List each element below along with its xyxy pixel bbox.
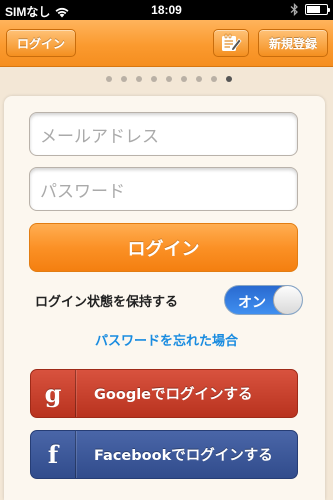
facebook-login-label: Facebookでログインする [94,448,273,464]
keep-login-toggle[interactable]: オン [224,285,303,315]
forgot-password-link[interactable]: パスワードを忘れた場合 [0,330,333,349]
nav-bar: ログイン 新規登録 [0,20,333,67]
google-login-button[interactable]: g Googleでログインする [30,369,298,418]
page-indicator[interactable] [0,76,333,82]
nav-register-button[interactable]: 新規登録 [258,29,328,57]
facebook-login-button[interactable]: f Facebookでログインする [30,430,298,479]
google-icon: g [31,370,76,417]
toggle-state-label: オン [238,295,266,311]
keep-login-label: ログイン状態を保持する [35,295,179,310]
status-bar: SIMなし 18:09 [0,0,333,20]
page-dot[interactable] [180,76,187,82]
google-login-label: Googleでログインする [94,387,253,403]
page-dot[interactable] [225,76,232,82]
bluetooth-icon [290,3,298,16]
login-button[interactable]: ログイン [29,223,298,272]
password-input[interactable]: パスワード [29,167,298,211]
toggle-knob [273,286,302,314]
battery-icon [305,4,330,15]
page-dot[interactable] [135,76,142,82]
battery-fill [307,6,321,13]
email-input[interactable]: メールアドレス [29,112,298,156]
page-dot[interactable] [120,76,127,82]
edit-note-icon [222,33,242,52]
page-dot[interactable] [105,76,112,82]
page-dot[interactable] [210,76,217,82]
edit-button[interactable] [213,29,249,57]
page-dot[interactable] [165,76,172,82]
facebook-icon: f [31,431,76,478]
page-dot[interactable] [150,76,157,82]
status-time: 18:09 [151,3,182,17]
nav-login-button[interactable]: ログイン [6,29,76,57]
page-dot[interactable] [195,76,202,82]
status-right-group [290,3,330,16]
